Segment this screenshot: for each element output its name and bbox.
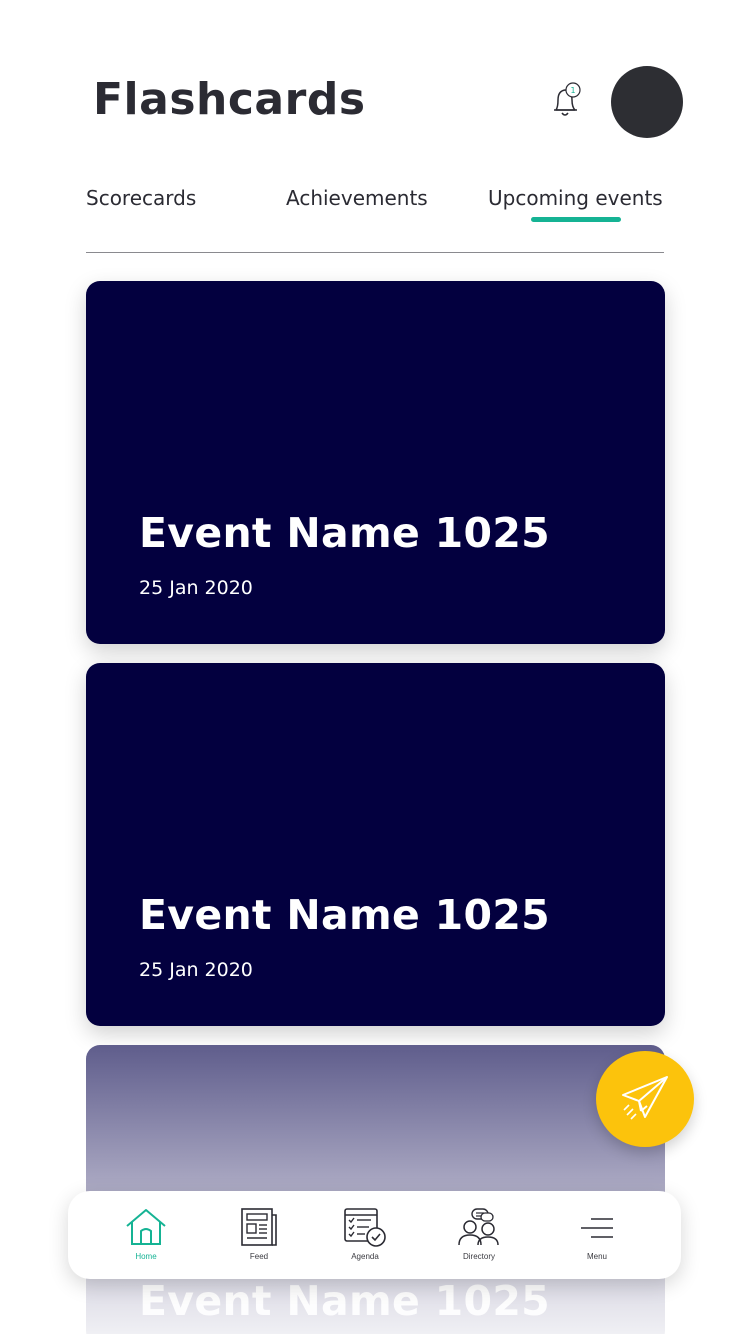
event-name: Event Name 1025 — [139, 509, 550, 557]
event-date: 25 Jan 2020 — [139, 577, 253, 599]
nav-home[interactable]: Home — [101, 1207, 191, 1273]
active-tab-indicator — [531, 217, 621, 222]
nav-directory-label: Directory — [462, 1252, 495, 1261]
tab-achievements[interactable]: Achievements — [286, 186, 428, 210]
paper-plane-icon — [622, 1076, 668, 1120]
event-card[interactable]: Event Name 1025 — [86, 1045, 665, 1334]
event-date: 25 Jan 2020 — [139, 959, 253, 981]
event-name: Event Name 1025 — [139, 891, 550, 939]
avatar[interactable] — [611, 66, 683, 138]
newspaper-icon — [241, 1208, 277, 1246]
nav-feed[interactable]: Feed — [214, 1207, 304, 1273]
bottom-navigation: Home Feed Agenda Directory Menu — [68, 1191, 681, 1279]
notification-bell-icon[interactable]: 1 — [546, 80, 586, 122]
nav-menu[interactable]: Menu — [552, 1207, 642, 1273]
notification-count: 1 — [570, 86, 575, 95]
menu-icon — [581, 1218, 613, 1238]
event-card[interactable]: Event Name 1025 25 Jan 2020 — [86, 663, 665, 1026]
event-card[interactable]: Event Name 1025 25 Jan 2020 — [86, 281, 665, 644]
home-icon — [126, 1209, 166, 1245]
nav-agenda-label: Agenda — [351, 1252, 379, 1261]
tab-upcoming-events[interactable]: Upcoming events — [488, 186, 663, 210]
nav-menu-label: Menu — [586, 1252, 607, 1261]
tab-bar: Scorecards Achievements Upcoming events — [0, 180, 750, 230]
event-name: Event Name 1025 — [139, 1277, 550, 1325]
tab-scorecards[interactable]: Scorecards — [86, 186, 196, 210]
people-icon — [458, 1208, 499, 1246]
nav-agenda[interactable]: Agenda — [320, 1207, 410, 1273]
divider — [86, 252, 664, 253]
send-paper-plane-button[interactable] — [596, 1051, 694, 1147]
nav-home-label: Home — [135, 1252, 157, 1261]
nav-feed-label: Feed — [249, 1252, 269, 1261]
nav-directory[interactable]: Directory — [434, 1207, 524, 1273]
page-title: Flashcards — [93, 74, 366, 125]
agenda-checklist-icon — [344, 1208, 386, 1247]
